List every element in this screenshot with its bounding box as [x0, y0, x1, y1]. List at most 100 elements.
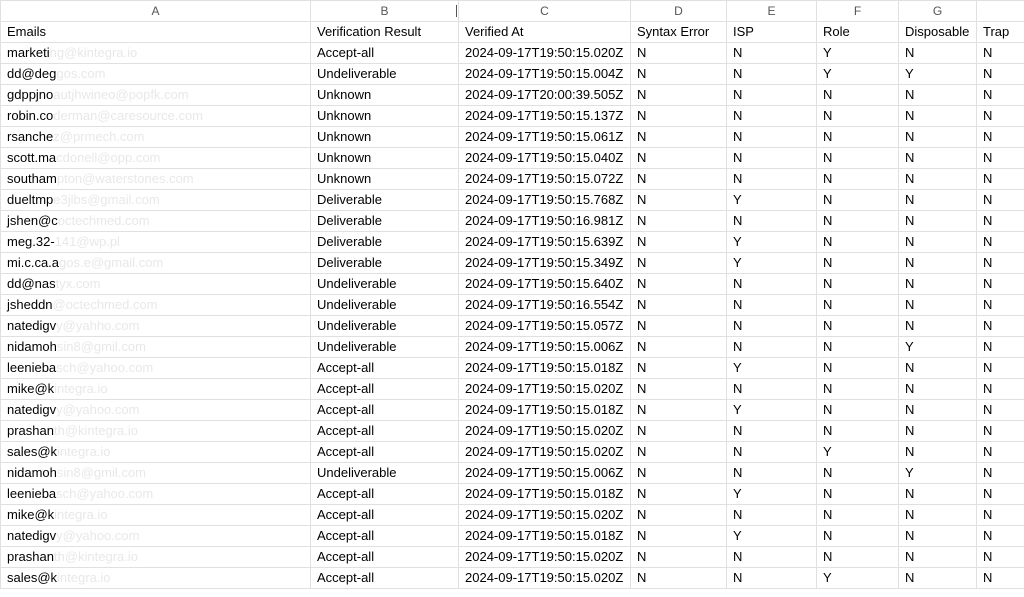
col-header-e[interactable]: E: [727, 1, 817, 22]
cell-syntax-error[interactable]: N: [631, 400, 727, 421]
cell-verified-at[interactable]: 2024-09-17T19:50:15.137Z: [459, 106, 631, 127]
cell-disposable[interactable]: N: [899, 421, 977, 442]
cell-role[interactable]: N: [817, 505, 899, 526]
spreadsheet-grid[interactable]: A B C D E F G Emails Verification Result…: [0, 0, 1024, 589]
cell-syntax-error[interactable]: N: [631, 568, 727, 589]
cell-verification-result[interactable]: Unknown: [311, 127, 459, 148]
cell-disposable[interactable]: N: [899, 274, 977, 295]
cell-isp[interactable]: N: [727, 421, 817, 442]
cell-email[interactable]: meg.32-141@wp.pl: [1, 232, 311, 253]
cell-trap[interactable]: N: [977, 421, 1024, 442]
cell-email[interactable]: robin.coderman@caresource.com: [1, 106, 311, 127]
cell-email[interactable]: jsheddn@octechmed.com: [1, 295, 311, 316]
cell-disposable[interactable]: N: [899, 190, 977, 211]
cell-role[interactable]: N: [817, 106, 899, 127]
cell-email[interactable]: sales@kintegra.io: [1, 568, 311, 589]
cell-verification-result[interactable]: Accept-all: [311, 568, 459, 589]
cell-trap[interactable]: N: [977, 211, 1024, 232]
cell-verified-at[interactable]: 2024-09-17T19:50:15.018Z: [459, 484, 631, 505]
col-header-b[interactable]: B: [311, 1, 459, 22]
cell-role[interactable]: N: [817, 232, 899, 253]
table-row[interactable]: nidamohsin8@gmil.comUndeliverable2024-09…: [1, 337, 1024, 358]
cell-isp[interactable]: Y: [727, 400, 817, 421]
cell-syntax-error[interactable]: N: [631, 274, 727, 295]
cell-role[interactable]: N: [817, 379, 899, 400]
cell-verified-at[interactable]: 2024-09-17T19:50:15.018Z: [459, 358, 631, 379]
cell-disposable[interactable]: N: [899, 526, 977, 547]
table-row[interactable]: natedigvy@yahoo.comAccept-all2024-09-17T…: [1, 400, 1024, 421]
cell-verified-at[interactable]: 2024-09-17T19:50:15.072Z: [459, 169, 631, 190]
header-emails[interactable]: Emails: [1, 22, 311, 43]
cell-email[interactable]: scott.macdonell@opp.com: [1, 148, 311, 169]
cell-isp[interactable]: N: [727, 547, 817, 568]
cell-role[interactable]: N: [817, 148, 899, 169]
col-header-a[interactable]: A: [1, 1, 311, 22]
cell-email[interactable]: mi.c.ca.agos.e@gmail.com: [1, 253, 311, 274]
cell-trap[interactable]: N: [977, 274, 1024, 295]
col-header-h[interactable]: [977, 1, 1024, 22]
cell-role[interactable]: N: [817, 295, 899, 316]
cell-verification-result[interactable]: Deliverable: [311, 253, 459, 274]
table-row[interactable]: dd@nastyx.comUndeliverable2024-09-17T19:…: [1, 274, 1024, 295]
cell-syntax-error[interactable]: N: [631, 358, 727, 379]
cell-verification-result[interactable]: Unknown: [311, 85, 459, 106]
cell-verified-at[interactable]: 2024-09-17T19:50:15.020Z: [459, 379, 631, 400]
cell-syntax-error[interactable]: N: [631, 85, 727, 106]
cell-isp[interactable]: N: [727, 568, 817, 589]
cell-trap[interactable]: N: [977, 85, 1024, 106]
cell-verified-at[interactable]: 2024-09-17T19:50:15.006Z: [459, 337, 631, 358]
table-row[interactable]: sales@kintegra.ioAccept-all2024-09-17T19…: [1, 442, 1024, 463]
table-header-row[interactable]: Emails Verification Result Verified At S…: [1, 22, 1024, 43]
cell-syntax-error[interactable]: N: [631, 64, 727, 85]
cell-trap[interactable]: N: [977, 463, 1024, 484]
cell-syntax-error[interactable]: N: [631, 316, 727, 337]
cell-syntax-error[interactable]: N: [631, 295, 727, 316]
cell-syntax-error[interactable]: N: [631, 148, 727, 169]
header-role[interactable]: Role: [817, 22, 899, 43]
cell-email[interactable]: nidamohsin8@gmil.com: [1, 463, 311, 484]
header-trap[interactable]: Trap: [977, 22, 1024, 43]
cell-email[interactable]: sales@kintegra.io: [1, 442, 311, 463]
cell-trap[interactable]: N: [977, 43, 1024, 64]
cell-email[interactable]: rsanchez@prmech.com: [1, 127, 311, 148]
cell-syntax-error[interactable]: N: [631, 484, 727, 505]
col-header-d[interactable]: D: [631, 1, 727, 22]
cell-role[interactable]: Y: [817, 568, 899, 589]
cell-verification-result[interactable]: Accept-all: [311, 358, 459, 379]
cell-role[interactable]: N: [817, 274, 899, 295]
cell-disposable[interactable]: N: [899, 43, 977, 64]
cell-role[interactable]: Y: [817, 64, 899, 85]
cell-trap[interactable]: N: [977, 505, 1024, 526]
cell-disposable[interactable]: N: [899, 253, 977, 274]
cell-email[interactable]: gdppjnoautjhwineo@popfk.com: [1, 85, 311, 106]
cell-trap[interactable]: N: [977, 64, 1024, 85]
cell-email[interactable]: jshen@coctechmed.com: [1, 211, 311, 232]
cell-syntax-error[interactable]: N: [631, 463, 727, 484]
cell-syntax-error[interactable]: N: [631, 43, 727, 64]
header-disposable[interactable]: Disposable: [899, 22, 977, 43]
cell-isp[interactable]: Y: [727, 253, 817, 274]
cell-verified-at[interactable]: 2024-09-17T19:50:15.018Z: [459, 400, 631, 421]
cell-isp[interactable]: N: [727, 64, 817, 85]
cell-isp[interactable]: N: [727, 43, 817, 64]
cell-verified-at[interactable]: 2024-09-17T19:50:15.061Z: [459, 127, 631, 148]
cell-verified-at[interactable]: 2024-09-17T19:50:15.020Z: [459, 442, 631, 463]
cell-disposable[interactable]: N: [899, 295, 977, 316]
cell-syntax-error[interactable]: N: [631, 127, 727, 148]
cell-verification-result[interactable]: Undeliverable: [311, 463, 459, 484]
cell-role[interactable]: N: [817, 400, 899, 421]
cell-syntax-error[interactable]: N: [631, 232, 727, 253]
cell-disposable[interactable]: N: [899, 211, 977, 232]
cell-syntax-error[interactable]: N: [631, 526, 727, 547]
table-row[interactable]: jsheddn@octechmed.comUndeliverable2024-0…: [1, 295, 1024, 316]
cell-trap[interactable]: N: [977, 169, 1024, 190]
table-row[interactable]: marketing@kintegra.ioAccept-all2024-09-1…: [1, 43, 1024, 64]
cell-isp[interactable]: N: [727, 442, 817, 463]
cell-syntax-error[interactable]: N: [631, 169, 727, 190]
cell-verification-result[interactable]: Undeliverable: [311, 64, 459, 85]
cell-trap[interactable]: N: [977, 484, 1024, 505]
cell-trap[interactable]: N: [977, 106, 1024, 127]
cell-verified-at[interactable]: 2024-09-17T20:00:39.505Z: [459, 85, 631, 106]
table-row[interactable]: mi.c.ca.agos.e@gmail.comDeliverable2024-…: [1, 253, 1024, 274]
cell-verification-result[interactable]: Deliverable: [311, 211, 459, 232]
